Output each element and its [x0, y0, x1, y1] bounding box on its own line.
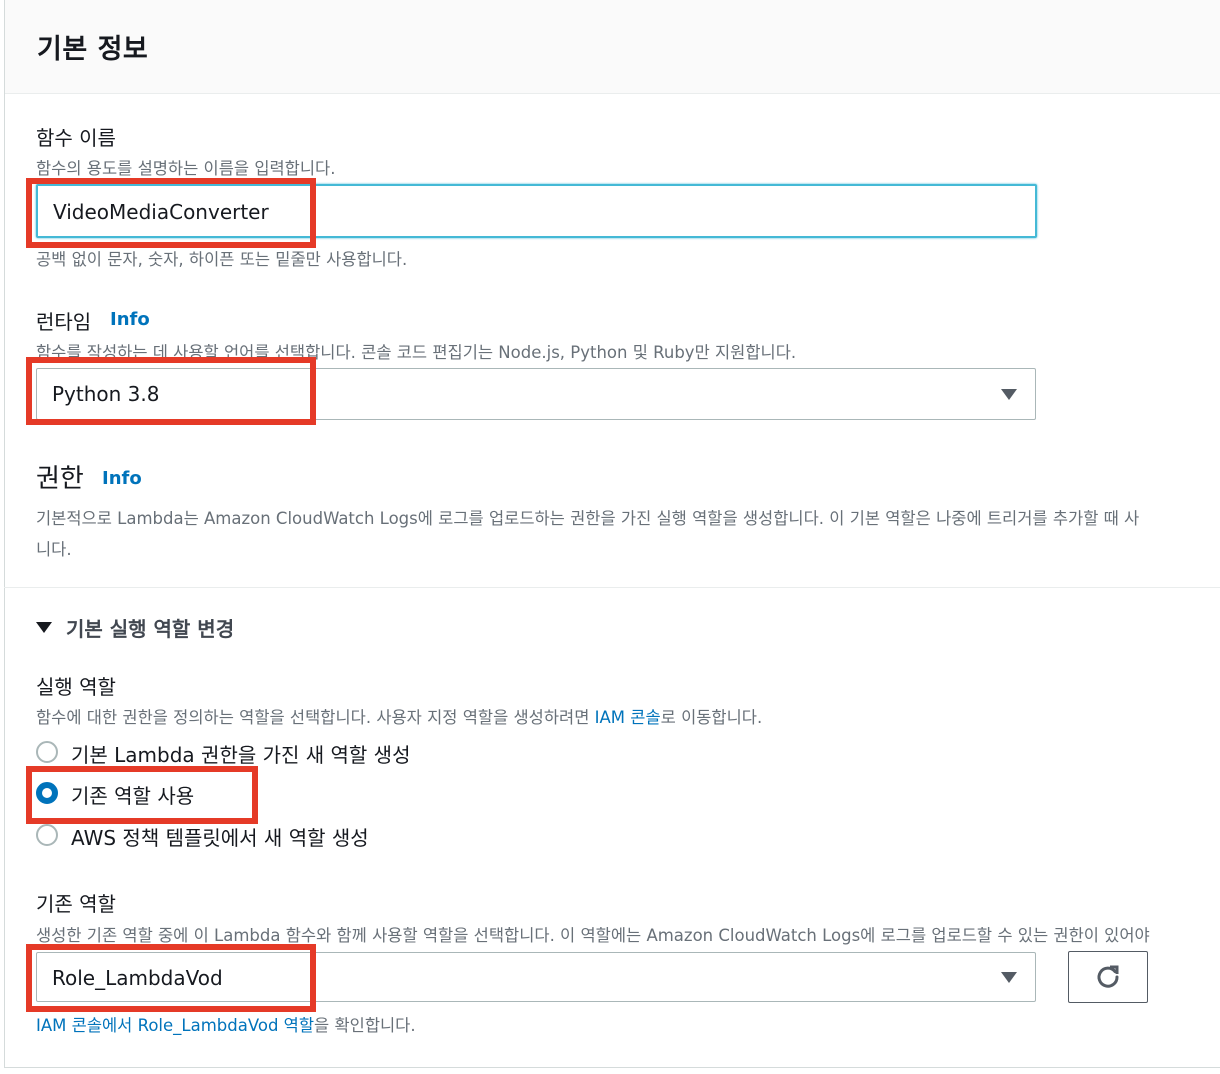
caret-down-icon[interactable] — [36, 622, 52, 633]
existing-role-description: 생성한 기존 역할 중에 이 Lambda 함수와 함께 사용할 역할을 선택합… — [36, 926, 1150, 945]
existing-role-footer: IAM 콘솔에서 Role_LambdaVod 역할을 확인합니다. — [36, 1016, 416, 1035]
change-execution-role-expander[interactable]: 기본 실행 역할 변경 — [66, 613, 234, 642]
execution-role-label: 실행 역할 — [36, 675, 116, 699]
caret-down-icon — [1001, 389, 1017, 400]
function-name-description: 함수의 용도를 설명하는 이름을 입력합니다. — [36, 159, 336, 178]
execution-role-description: 함수에 대한 권한을 정의하는 역할을 선택합니다. 사용자 지정 역할을 생성… — [36, 708, 763, 727]
function-name-label: 함수 이름 — [36, 126, 116, 150]
refresh-icon — [1097, 965, 1119, 988]
permissions-description-line1: 기본적으로 Lambda는 Amazon CloudWatch Logs에 로그… — [36, 509, 1140, 528]
radio-new-basic-role[interactable] — [36, 741, 58, 763]
panel-header: 기본 정보 — [5, 0, 1220, 94]
permissions-info-link[interactable]: Info — [102, 468, 142, 489]
iam-console-link[interactable]: IAM 콘솔 — [595, 708, 661, 727]
existing-role-label: 기존 역할 — [36, 892, 116, 916]
radio-role-from-policy-templates[interactable] — [36, 824, 58, 846]
panel-title: 기본 정보 — [37, 34, 149, 65]
function-name-hint: 공백 없이 문자, 숫자, 하이픈 또는 밑줄만 사용합니다. — [36, 250, 408, 269]
refresh-button[interactable] — [1068, 951, 1148, 1003]
caret-down-icon — [1001, 972, 1017, 983]
highlight-existing-role-option — [26, 766, 258, 824]
permissions-heading: 권한 — [36, 464, 84, 494]
radio-label-role-from-policy-templates: AWS 정책 템플릿에서 새 역할 생성 — [71, 826, 369, 850]
section-divider — [4, 587, 1220, 588]
radio-label-new-basic-role: 기본 Lambda 권한을 가진 새 역할 생성 — [71, 743, 411, 767]
highlight-runtime — [26, 357, 316, 425]
runtime-info-link[interactable]: Info — [110, 309, 150, 330]
runtime-label: 런타임 — [36, 310, 92, 334]
highlight-existing-role-select — [26, 944, 316, 1012]
iam-role-link[interactable]: IAM 콘솔에서 Role_LambdaVod 역할 — [36, 1016, 314, 1035]
highlight-function-name — [26, 178, 316, 248]
permissions-description-line2: 니다. — [36, 540, 72, 559]
